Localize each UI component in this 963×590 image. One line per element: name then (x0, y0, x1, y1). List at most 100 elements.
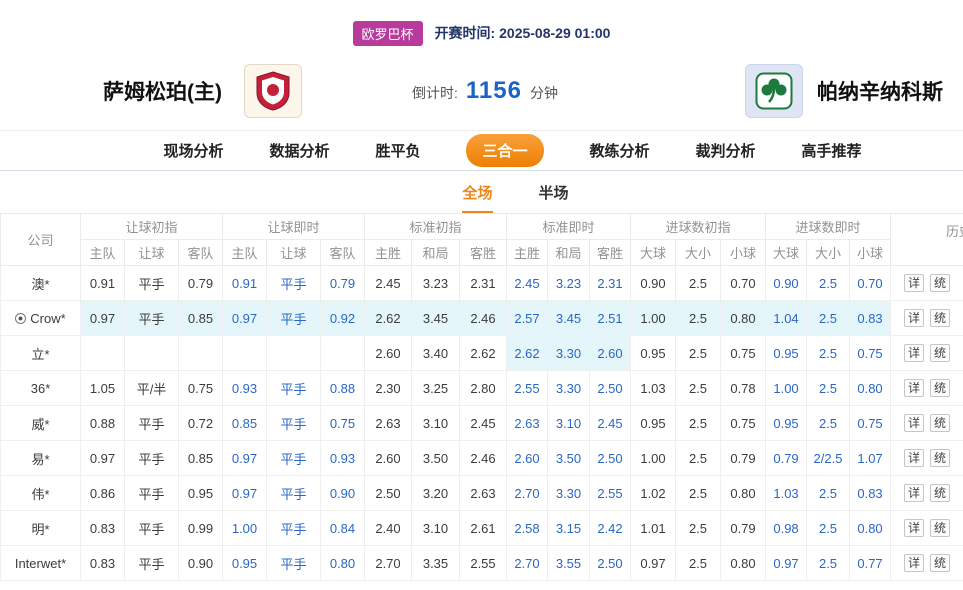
odds-cell-gl-2[interactable]: 0.83 (850, 476, 891, 511)
company-cell[interactable]: 威* (1, 406, 81, 441)
company-cell[interactable]: Interwet* (1, 546, 81, 581)
odds-cell-hl-0[interactable]: 0.97 (223, 301, 267, 336)
nav-tab-7[interactable]: 高手推荐 (802, 140, 862, 161)
odds-cell-sl-2[interactable]: 2.50 (590, 441, 631, 476)
detail-button[interactable]: 详 (904, 274, 924, 292)
stat-button[interactable]: 统 (930, 484, 950, 502)
odds-cell-sl-0[interactable]: 2.62 (507, 336, 548, 371)
detail-button[interactable]: 详 (904, 379, 924, 397)
odds-cell-gl-1[interactable]: 2.5 (807, 336, 850, 371)
odds-cell-sl-2[interactable]: 2.31 (590, 266, 631, 301)
odds-cell-sl-0[interactable]: 2.45 (507, 266, 548, 301)
nav-tab-5[interactable]: 教练分析 (590, 140, 650, 161)
company-cell[interactable]: 立* (1, 336, 81, 371)
odds-cell-sl-1[interactable]: 3.15 (548, 511, 590, 546)
odds-cell-gl-1[interactable]: 2.5 (807, 406, 850, 441)
odds-cell-hl-0[interactable]: 0.93 (223, 371, 267, 406)
odds-cell-hl-0[interactable]: 0.97 (223, 476, 267, 511)
odds-cell-sl-0[interactable]: 2.60 (507, 441, 548, 476)
odds-cell-hl-2[interactable]: 0.92 (321, 301, 365, 336)
stat-button[interactable]: 统 (930, 554, 950, 572)
stat-button[interactable]: 统 (930, 309, 950, 327)
odds-cell-hl-1[interactable]: 平手 (267, 266, 321, 301)
nav-tab-1[interactable]: 现场分析 (163, 140, 223, 161)
stat-button[interactable]: 统 (930, 519, 950, 537)
odds-cell-gl-0[interactable]: 0.95 (766, 406, 807, 441)
nav-tab-2[interactable]: 数据分析 (269, 140, 329, 161)
odds-cell-gl-0[interactable]: 1.00 (766, 371, 807, 406)
odds-cell-gl-0[interactable]: 0.98 (766, 511, 807, 546)
odds-cell-hl-0[interactable]: 0.91 (223, 266, 267, 301)
odds-cell-gl-1[interactable]: 2.5 (807, 546, 850, 581)
odds-cell-hl-2[interactable]: 0.88 (321, 371, 365, 406)
odds-cell-gl-0[interactable]: 0.79 (766, 441, 807, 476)
odds-cell-sl-0[interactable]: 2.63 (507, 406, 548, 441)
odds-cell-gl-2[interactable]: 0.80 (850, 371, 891, 406)
odds-cell-gl-2[interactable]: 0.80 (850, 511, 891, 546)
odds-cell-hl-0[interactable]: 1.00 (223, 511, 267, 546)
odds-cell-hl-2[interactable]: 0.79 (321, 266, 365, 301)
odds-cell-sl-0[interactable]: 2.58 (507, 511, 548, 546)
odds-cell-gl-2[interactable]: 0.77 (850, 546, 891, 581)
company-cell[interactable]: 明* (1, 511, 81, 546)
detail-button[interactable]: 详 (904, 414, 924, 432)
odds-cell-hl-0[interactable]: 0.95 (223, 546, 267, 581)
odds-cell-sl-0[interactable]: 2.70 (507, 476, 548, 511)
stat-button[interactable]: 统 (930, 414, 950, 432)
odds-cell-gl-2[interactable]: 0.70 (850, 266, 891, 301)
odds-cell-gl-1[interactable]: 2.5 (807, 266, 850, 301)
odds-cell-sl-1[interactable]: 3.30 (548, 371, 590, 406)
stat-button[interactable]: 统 (930, 344, 950, 362)
odds-cell-hl-1[interactable]: 平手 (267, 371, 321, 406)
odds-cell-sl-1[interactable]: 3.30 (548, 336, 590, 371)
detail-button[interactable]: 详 (904, 554, 924, 572)
nav-tab-6[interactable]: 裁判分析 (696, 140, 756, 161)
odds-cell-sl-0[interactable]: 2.70 (507, 546, 548, 581)
odds-cell-gl-0[interactable]: 0.90 (766, 266, 807, 301)
odds-cell-hl-1[interactable]: 平手 (267, 476, 321, 511)
odds-cell-gl-2[interactable]: 0.83 (850, 301, 891, 336)
odds-cell-gl-1[interactable]: 2.5 (807, 511, 850, 546)
odds-cell-sl-2[interactable]: 2.55 (590, 476, 631, 511)
odds-cell-sl-1[interactable]: 3.55 (548, 546, 590, 581)
odds-cell-hl-2[interactable]: 0.90 (321, 476, 365, 511)
odds-cell-sl-1[interactable]: 3.30 (548, 476, 590, 511)
stat-button[interactable]: 统 (930, 449, 950, 467)
nav-tab-4[interactable]: 三合一 (466, 134, 543, 167)
odds-cell-sl-1[interactable]: 3.45 (548, 301, 590, 336)
detail-button[interactable]: 详 (904, 344, 924, 362)
odds-cell-hl-2[interactable]: 0.93 (321, 441, 365, 476)
odds-cell-sl-1[interactable]: 3.10 (548, 406, 590, 441)
odds-cell-gl-0[interactable]: 0.95 (766, 336, 807, 371)
odds-cell-hl-0[interactable]: 0.85 (223, 406, 267, 441)
scope-tab-2[interactable]: 半场 (539, 182, 569, 213)
stat-button[interactable]: 统 (930, 274, 950, 292)
detail-button[interactable]: 详 (904, 309, 924, 327)
odds-cell-gl-1[interactable]: 2.5 (807, 476, 850, 511)
company-cell[interactable]: Crow* (1, 301, 81, 336)
odds-cell-sl-2[interactable]: 2.45 (590, 406, 631, 441)
odds-cell-hl-1[interactable]: 平手 (267, 406, 321, 441)
odds-cell-sl-1[interactable]: 3.50 (548, 441, 590, 476)
odds-cell-sl-0[interactable]: 2.55 (507, 371, 548, 406)
odds-cell-hl-1[interactable]: 平手 (267, 511, 321, 546)
detail-button[interactable]: 详 (904, 519, 924, 537)
odds-cell-hl-0[interactable] (223, 336, 267, 371)
odds-cell-gl-0[interactable]: 0.97 (766, 546, 807, 581)
odds-cell-gl-2[interactable]: 0.75 (850, 336, 891, 371)
odds-cell-hl-1[interactable]: 平手 (267, 546, 321, 581)
odds-cell-sl-2[interactable]: 2.50 (590, 546, 631, 581)
odds-cell-sl-2[interactable]: 2.51 (590, 301, 631, 336)
odds-cell-gl-1[interactable]: 2.5 (807, 301, 850, 336)
scope-tab-1[interactable]: 全场 (462, 182, 492, 213)
odds-cell-gl-0[interactable]: 1.03 (766, 476, 807, 511)
detail-button[interactable]: 详 (904, 484, 924, 502)
odds-cell-hl-0[interactable]: 0.97 (223, 441, 267, 476)
odds-cell-sl-2[interactable]: 2.60 (590, 336, 631, 371)
company-cell[interactable]: 澳* (1, 266, 81, 301)
detail-button[interactable]: 详 (904, 449, 924, 467)
odds-cell-hl-1[interactable] (267, 336, 321, 371)
odds-cell-sl-2[interactable]: 2.42 (590, 511, 631, 546)
odds-cell-hl-1[interactable]: 平手 (267, 441, 321, 476)
company-cell[interactable]: 伟* (1, 476, 81, 511)
